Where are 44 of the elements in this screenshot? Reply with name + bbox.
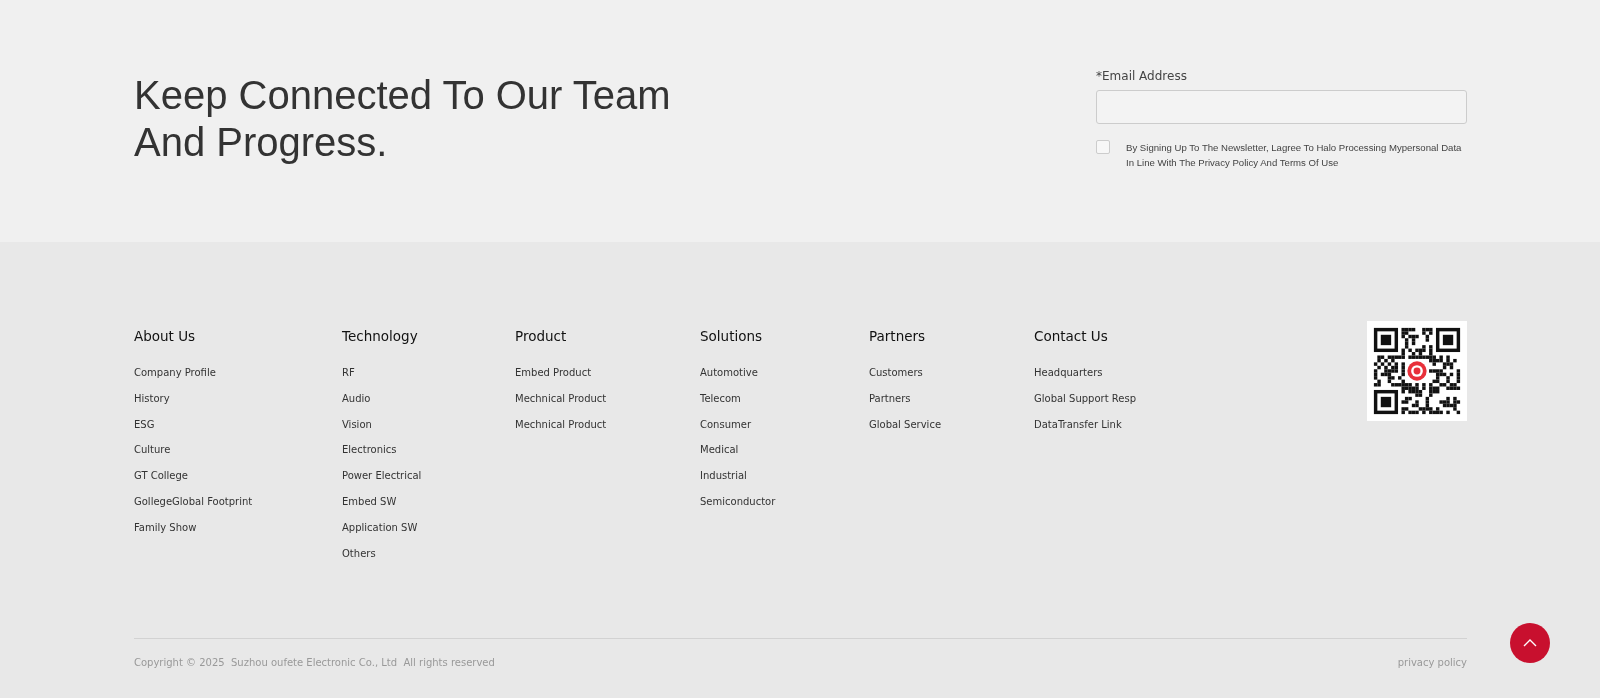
footer-link[interactable]: ESG <box>134 418 155 431</box>
footer-link[interactable]: Electronics <box>342 444 397 457</box>
footer-link[interactable]: GollegeGlobal Footprint <box>134 496 253 508</box>
column-heading: About Us <box>134 328 196 344</box>
footer-link[interactable]: Audio <box>342 392 371 405</box>
newsletter-heading: Keep Connected To Our Team And Progress. <box>134 72 672 166</box>
footer-link[interactable]: Customers <box>869 367 923 379</box>
footer-link[interactable]: Mechnical Product <box>515 418 607 431</box>
footer-link[interactable]: Power Electrical <box>342 470 422 483</box>
footer-link[interactable]: Headquarters <box>1034 367 1103 379</box>
chevron-up-icon <box>1523 639 1537 647</box>
consent-checkbox[interactable] <box>1096 140 1110 154</box>
footer-link[interactable]: History <box>134 392 170 405</box>
footer-link[interactable]: Global Service <box>869 418 942 431</box>
footer-link[interactable]: Partners <box>869 392 911 405</box>
footer-link[interactable]: Others <box>342 547 376 560</box>
column-heading: Technology <box>342 328 418 344</box>
footer-link[interactable]: Consumer <box>700 418 751 431</box>
footer-link[interactable]: Industrial <box>700 470 747 483</box>
footer-link[interactable]: Company Profile <box>134 367 216 379</box>
column-heading: Partners <box>869 328 926 344</box>
footer-link[interactable]: DataTransfer Link <box>1034 418 1122 431</box>
footer-link[interactable]: Semiconductor <box>700 496 776 508</box>
footer-link[interactable]: Mechnical Product <box>515 392 607 405</box>
footer-link[interactable]: Telecom <box>700 392 741 405</box>
footer-link[interactable]: Automotive <box>700 367 758 379</box>
column-heading: Contact Us <box>1034 328 1108 344</box>
back-to-top-button[interactable] <box>1510 623 1550 663</box>
column-heading: Solutions <box>700 328 763 344</box>
footer-link[interactable]: Global Support Resp <box>1034 392 1136 405</box>
footer-link[interactable]: Vision <box>342 418 372 431</box>
footer-link[interactable]: Family Show <box>134 521 197 534</box>
email-label: *Email Address <box>1096 69 1188 83</box>
footer-link[interactable]: Embed Product <box>515 367 592 379</box>
column-heading: Product <box>515 328 567 344</box>
email-input-field[interactable] <box>1096 90 1467 124</box>
footer-link[interactable]: Medical <box>700 444 739 457</box>
footer-link[interactable]: Culture <box>134 444 171 457</box>
footer-link[interactable]: GT College <box>134 470 188 483</box>
footer-link[interactable]: RF <box>342 367 355 379</box>
consent-text: By Signing Up To The Newsletter, Lagree To Halo Processing Mypersonal Data In Line With The Privacy Policy And Terms Of Use <box>1126 141 1463 170</box>
copyright-text: Copyright © 2025 Suzhou oufete Electronic Co., Ltd All rights reserved <box>134 657 495 669</box>
footer-link[interactable]: Embed SW <box>342 496 397 508</box>
footer-link[interactable]: Application SW <box>342 521 418 534</box>
